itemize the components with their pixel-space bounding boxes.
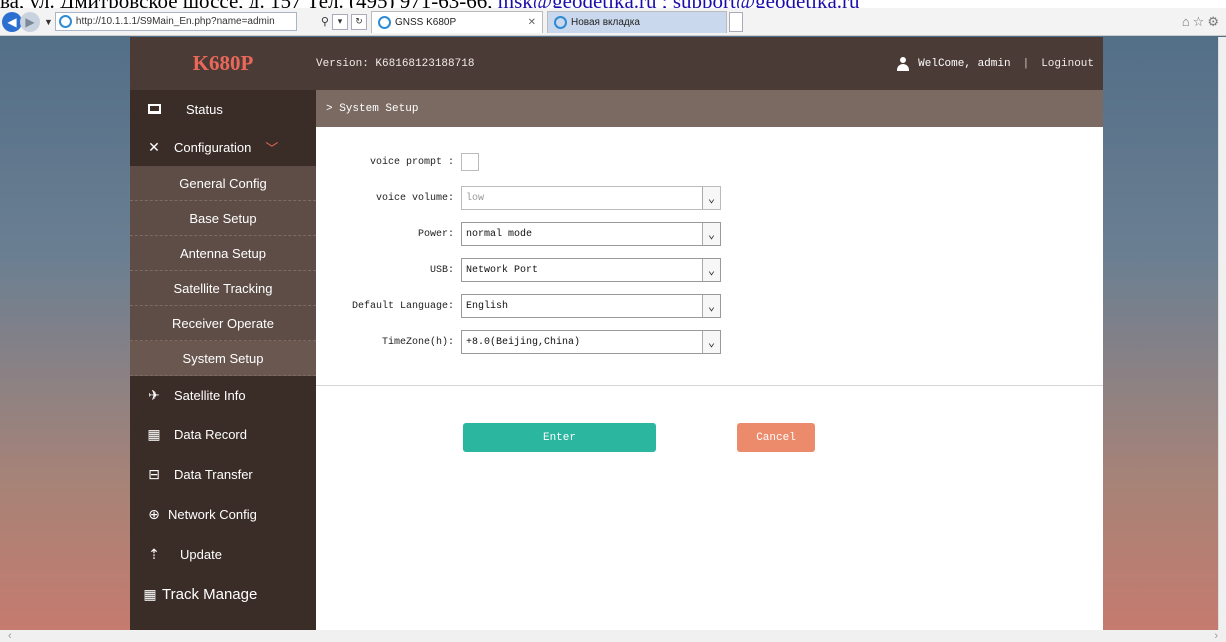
sidebar-item-label: Configuration: [174, 139, 252, 155]
main-content: > System Setup voice prompt : voice volu…: [316, 90, 1103, 630]
voice-prompt-row: voice prompt :: [316, 151, 479, 173]
language-label: Default Language:: [351, 300, 454, 312]
sidebar-sub-satellite-tracking[interactable]: Satellite Tracking: [130, 271, 316, 306]
chevron-down-icon: ﹀: [265, 140, 279, 156]
sidebar-item-label: Data Transfer: [174, 466, 253, 482]
usb-label: USB:: [429, 264, 454, 276]
timezone-label: TimeZone(h):: [381, 336, 454, 348]
tools-icon: ✕: [148, 138, 160, 155]
address-text: ва, ул. Дмитровское шоссе, д. 157 Тел. (…: [0, 0, 498, 8]
chevron-down-icon: ⌄: [702, 295, 720, 317]
sidebar: Status ✕ Configuration ﹀ General Config …: [130, 90, 316, 630]
upload-icon: ⇡: [148, 545, 160, 562]
voice-volume-select[interactable]: low ⌄: [461, 186, 721, 210]
header-separator: |: [1022, 57, 1030, 70]
power-row: Power: normal mode ⌄: [316, 222, 721, 246]
voice-volume-row: voice volume: low ⌄: [316, 186, 721, 210]
version-text: Version: K68168123188718: [316, 57, 475, 70]
transfer-icon: ⊟: [148, 465, 160, 482]
close-tab-icon[interactable]: ✕: [528, 17, 536, 28]
cancel-button[interactable]: Cancel: [737, 423, 815, 452]
power-label: Power:: [417, 228, 454, 240]
sidebar-item-satellite-info[interactable]: ✈ Satellite Info: [130, 376, 316, 414]
brand-logo: K680P: [192, 51, 254, 75]
sidebar-sub-antenna-setup[interactable]: Antenna Setup: [130, 236, 316, 271]
home-star-gear-icons[interactable]: ⌂☆⚙: [1182, 14, 1222, 30]
back-icon[interactable]: ◀: [2, 11, 22, 32]
sidebar-item-configuration[interactable]: ✕ Configuration ﹀: [130, 128, 316, 166]
scroll-left-icon[interactable]: ‹: [8, 630, 12, 642]
select-value: Network Port: [466, 264, 539, 276]
tab-gnss[interactable]: GNSS K680P ✕: [370, 10, 543, 33]
enter-button[interactable]: Enter: [463, 423, 656, 452]
usb-row: USB: Network Port ⌄: [316, 258, 721, 282]
forward-icon[interactable]: ▶: [20, 11, 40, 32]
browser-toolbar: ◀ ▶ ▼ http://10.1.1.1/S9Main_En.php?name…: [0, 8, 1226, 36]
sidebar-sub-general-config[interactable]: General Config: [130, 166, 316, 201]
sidebar-item-update[interactable]: ⇡ Update: [130, 534, 316, 574]
voice-prompt-checkbox[interactable]: [461, 153, 479, 171]
sidebar-item-data-record[interactable]: ▦ Data Record: [130, 414, 316, 454]
satellite-icon: ✈: [148, 386, 160, 403]
chevron-down-icon: ⌄: [702, 223, 720, 245]
breadcrumb: > System Setup: [316, 90, 1103, 127]
chevron-down-icon: ⌄: [702, 259, 720, 281]
history-dropdown-icon[interactable]: ▼: [44, 17, 53, 27]
logout-link[interactable]: Loginout: [1041, 58, 1094, 70]
ie-tab-icon: [553, 15, 567, 29]
timezone-row: TimeZone(h): +8.0(Beijing,China) ⌄: [316, 330, 721, 354]
sidebar-item-label: Track Manage: [162, 585, 258, 603]
sidebar-item-label: Status: [186, 101, 223, 117]
email-link[interactable]: msk@geodetika.ru ; support@geodetika.ru: [498, 0, 860, 8]
sidebar-item-label: Network Config: [168, 506, 257, 522]
tab-label: GNSS K680P: [394, 16, 457, 28]
user-icon: [896, 56, 910, 71]
sidebar-item-label: Data Record: [174, 426, 247, 442]
sidebar-item-label: Update: [180, 546, 222, 562]
system-setup-form: voice prompt : voice volume: low ⌄ Power…: [316, 127, 1103, 386]
language-row: Default Language: English ⌄: [316, 294, 721, 318]
sidebar-sub-receiver-operate[interactable]: Receiver Operate: [130, 306, 316, 341]
tab-label: Новая вкладка: [570, 16, 640, 28]
monitor-icon: [146, 101, 162, 117]
dropdown-icon[interactable]: ▾: [331, 13, 348, 30]
globe-icon: ⊕: [148, 505, 160, 522]
chevron-down-icon: ⌄: [702, 331, 720, 353]
voice-prompt-label: voice prompt :: [369, 156, 454, 168]
usb-select[interactable]: Network Port ⌄: [461, 258, 721, 282]
welcome-text: WelCome, admin: [918, 57, 1011, 70]
power-select[interactable]: normal mode ⌄: [461, 222, 721, 246]
select-value: low: [466, 192, 485, 204]
vertical-scrollbar[interactable]: [1218, 37, 1226, 630]
voice-volume-label: voice volume:: [375, 192, 454, 204]
language-select[interactable]: English ⌄: [461, 294, 721, 318]
refresh-icon[interactable]: ↻: [350, 13, 367, 30]
calendar-icon: ▦: [143, 585, 157, 602]
sidebar-item-track-manage[interactable]: ▦ Track Manage: [130, 574, 316, 614]
sidebar-item-data-transfer[interactable]: ⊟ Data Transfer: [130, 454, 316, 494]
select-value: English: [466, 300, 509, 312]
sidebar-item-network-config[interactable]: ⊕ Network Config: [130, 494, 316, 534]
horizontal-scrollbar[interactable]: ‹ ›: [0, 630, 1226, 642]
router-admin-app: K680P Version: K68168123188718 WelCome, …: [130, 37, 1103, 630]
url-text: http://10.1.1.1/S9Main_En.php?name=admin: [75, 16, 275, 27]
ie-tab-icon: [377, 15, 391, 29]
search-icon[interactable]: ⚲: [321, 15, 329, 28]
calendar-icon: ▦: [147, 425, 161, 442]
ie-icon: [58, 15, 72, 28]
tab-new[interactable]: Новая вкладка: [546, 10, 727, 33]
sidebar-item-status[interactable]: Status: [130, 90, 316, 128]
app-header: K680P Version: K68168123188718 WelCome, …: [130, 37, 1103, 90]
address-bar[interactable]: http://10.1.1.1/S9Main_En.php?name=admin: [54, 12, 297, 31]
new-tab-button[interactable]: [728, 11, 743, 32]
chevron-down-icon: ⌄: [702, 187, 720, 209]
scroll-right-icon[interactable]: ›: [1214, 630, 1218, 642]
sidebar-item-label: Satellite Info: [174, 387, 246, 403]
page-top-text: ва, ул. Дмитровское шоссе, д. 157 Тел. (…: [0, 0, 1226, 8]
sidebar-sub-base-setup[interactable]: Base Setup: [130, 201, 316, 236]
select-value: +8.0(Beijing,China): [466, 336, 581, 348]
timezone-select[interactable]: +8.0(Beijing,China) ⌄: [461, 330, 721, 354]
select-value: normal mode: [466, 228, 533, 240]
sidebar-sub-system-setup[interactable]: System Setup: [130, 341, 316, 376]
